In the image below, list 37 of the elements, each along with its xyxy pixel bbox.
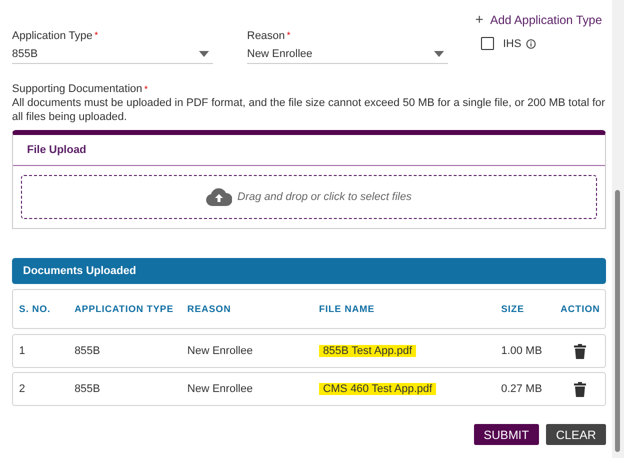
upload-instructions: All documents must be uploaded in PDF format, and the file size cannot exceed 50 MB for a single file, or 200 MB total for all files being uploaded. — [12, 96, 606, 124]
supporting-documentation-label: Supporting Documentation * — [12, 82, 149, 96]
cloud-upload-icon — [206, 188, 232, 206]
info-icon[interactable] — [526, 38, 536, 48]
caret-icon — [199, 51, 209, 57]
clear-button[interactable]: CLEAR — [546, 424, 606, 445]
column-header: SIZE — [501, 304, 526, 314]
table-cell-text: 855B — [74, 383, 102, 395]
trash-icon[interactable] — [574, 382, 586, 396]
ihs-label: IHS — [503, 38, 522, 50]
column-header: REASON — [187, 304, 232, 314]
file-name: 855B Test App.pdf — [318, 345, 416, 357]
caret-icon — [434, 51, 444, 57]
field-label: Application Type * — [12, 30, 100, 42]
file-upload-title: File Upload — [13, 135, 605, 166]
field-label: Reason * — [247, 30, 292, 42]
dropdown-field[interactable]: 855B — [12, 45, 213, 64]
column-header: APPLICATION TYPE — [74, 304, 175, 314]
dropzone[interactable]: Drag and drop or click to select files — [21, 175, 597, 219]
table-cell-text: 1 — [19, 345, 26, 357]
dropdown-field[interactable]: New Enrollee — [247, 45, 448, 64]
trash-icon[interactable] — [574, 344, 586, 358]
column-header: FILE NAME — [318, 304, 376, 314]
table-cell-text: 2 — [19, 383, 26, 395]
documents-uploaded-header: Documents Uploaded — [12, 258, 606, 284]
table-cell-text: 0.27 MB — [501, 383, 544, 395]
submit-button[interactable]: SUBMIT — [474, 424, 539, 445]
scrollbar-thumb[interactable] — [615, 190, 620, 452]
table-cell-text: New Enrollee — [187, 383, 254, 395]
add-application-type-link[interactable]: + Add Application Type — [475, 11, 606, 27]
table-cell-text: 855B — [74, 345, 102, 357]
ihs-checkbox[interactable] — [481, 37, 494, 50]
file-name: CMS 460 Test App.pdf — [318, 383, 436, 395]
column-header: S. NO. — [19, 304, 52, 314]
table-cell-text: 1.00 MB — [501, 345, 544, 357]
column-header: ACTION — [560, 304, 601, 314]
table-cell-text: New Enrollee — [187, 345, 254, 357]
